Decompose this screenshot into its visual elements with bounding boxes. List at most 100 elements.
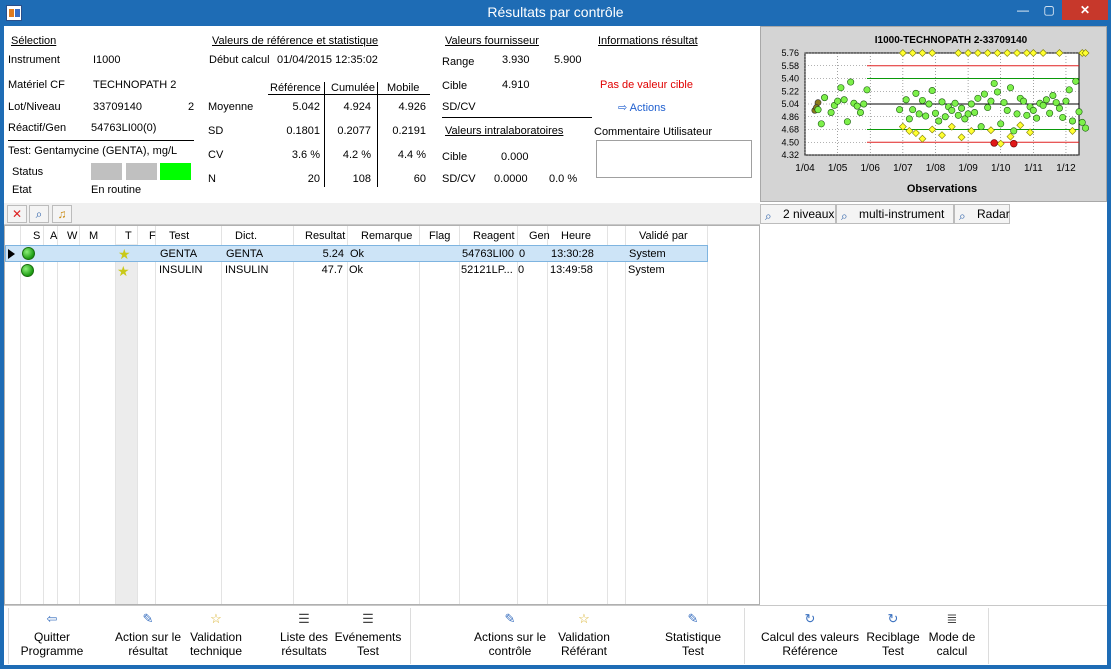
col-header[interactable]: S	[33, 230, 40, 242]
col-header[interactable]: Test	[169, 230, 189, 242]
data-point	[974, 94, 982, 102]
material-value: TECHNOPATH 2	[93, 79, 177, 91]
reagent-label: Réactif/Gen	[8, 122, 67, 134]
cell-reagent: 54763LI00	[462, 248, 514, 260]
col-header[interactable]: W	[67, 230, 77, 242]
star-icon: ★	[117, 263, 130, 279]
cell-remark: Ok	[349, 264, 364, 276]
test-retarget-label: Reciblage Test	[866, 630, 920, 658]
state-label: Etat	[12, 184, 32, 196]
col-header[interactable]: Validé par	[639, 230, 688, 242]
col-header[interactable]: A	[50, 230, 57, 242]
col-header[interactable]: Flag	[429, 230, 450, 242]
comment-input[interactable]	[596, 140, 752, 178]
stat-label: Moyenne	[208, 101, 254, 113]
data-point	[834, 97, 842, 105]
data-point	[958, 104, 966, 112]
data-point	[1068, 117, 1076, 125]
reference-header: Valeurs de référence et statistique	[212, 35, 379, 47]
stat-value: 20	[307, 173, 320, 185]
lot-label: Lot/Niveau	[8, 101, 61, 113]
data-point	[1046, 109, 1054, 117]
col-header[interactable]: Reagent	[473, 230, 515, 242]
data-point	[993, 88, 1001, 96]
calc-ref-values-button[interactable]: ↻ Calcul des valeurs Référence	[758, 612, 862, 662]
zoom-icon: ⌕	[841, 209, 848, 223]
stat-value: 3.6 %	[291, 149, 320, 161]
x-tick-label: 1/07	[893, 163, 913, 174]
quit-button[interactable]: ⇦ Quitter Programme	[12, 612, 92, 662]
radar-button[interactable]: ⌕ Radar	[954, 204, 1010, 224]
col-header[interactable]: T	[125, 230, 132, 242]
maximize-button[interactable]: ▢	[1036, 0, 1062, 20]
results-list-button[interactable]: ☰ Liste des résultats	[274, 612, 334, 662]
close-button[interactable]: ✕	[1062, 0, 1108, 20]
cell-gen: 0	[519, 248, 526, 260]
y-tick-label: 5.22	[781, 86, 799, 96]
actions-link-label: Actions	[629, 102, 666, 114]
stat-value: 4.4 %	[397, 149, 426, 161]
test-statistics-label: Statistique Test	[664, 630, 722, 658]
supplier-sdcv-label: SD/CV	[442, 101, 476, 113]
supplier-target-label: Cible	[442, 80, 468, 92]
actions-link[interactable]: ⇨ Actions	[618, 101, 666, 114]
col-header[interactable]: Remarque	[361, 230, 412, 242]
x-tick-label: 1/12	[1056, 163, 1076, 174]
tech-validation-button[interactable]: ☆ Validation technique	[184, 612, 248, 662]
referent-validation-button[interactable]: ☆ Validation Référant	[552, 612, 616, 662]
col-header[interactable]: Heure	[561, 230, 591, 242]
calc-mode-label: Mode de calcul	[928, 630, 976, 658]
intralab-target-label: Cible	[442, 151, 468, 163]
data-point	[860, 100, 868, 108]
stat-value: 0.2077	[337, 125, 371, 137]
cell-reagent: 52121LP...	[461, 264, 513, 276]
data-point	[1078, 118, 1086, 126]
col-header[interactable]: Dict.	[235, 230, 257, 242]
zoom-icon[interactable]: ⌕	[29, 205, 49, 223]
cell-dict: INSULIN	[225, 264, 269, 276]
table-vline	[377, 82, 378, 187]
multi-instrument-button[interactable]: ⌕ multi-instrument	[836, 204, 954, 224]
test-statistics-button[interactable]: ✎ Statistique Test	[660, 612, 726, 662]
data-point	[1059, 113, 1067, 121]
y-tick-label: 4.86	[781, 112, 799, 122]
cell-gen: 0	[518, 264, 525, 276]
window-title: Résultats par contrôle	[487, 4, 624, 20]
y-tick-label: 5.76	[781, 48, 799, 58]
results-list-label: Liste des résultats	[279, 630, 329, 658]
control-actions-button[interactable]: ✎ Actions sur le contrôle	[470, 612, 550, 662]
chart-title: I1000-TECHNOPATH 2-33709140	[875, 35, 1028, 46]
state-value: En routine	[91, 184, 142, 196]
two-levels-button[interactable]: ⌕ 2 niveaux	[760, 204, 836, 224]
data-point	[1052, 99, 1060, 107]
test-events-button[interactable]: ☰ Evénements Test	[332, 612, 404, 662]
x-axis-label: Observations	[907, 183, 977, 195]
minimize-button[interactable]: —	[1010, 0, 1036, 20]
col-header[interactable]: Resultat	[305, 230, 345, 242]
stat-label: CV	[208, 149, 224, 161]
delete-icon[interactable]: ✕	[7, 205, 27, 223]
data-point	[964, 110, 972, 118]
data-point	[925, 100, 933, 108]
table-row[interactable]: ★ INSULIN INSULIN 47.7 Ok 52121LP... 0 1…	[5, 262, 708, 279]
col-header[interactable]: Gen	[529, 230, 550, 242]
col-header[interactable]: F	[149, 230, 156, 242]
refresh-icon: ↻	[804, 611, 816, 626]
col-header[interactable]: M	[89, 230, 98, 242]
bottom-action-bar: ⇦ Quitter Programme ✎ Action sur le résu…	[4, 605, 1107, 665]
action-on-result-button[interactable]: ✎ Action sur le résultat	[108, 612, 188, 662]
data-point	[1075, 108, 1083, 116]
bell-icon[interactable]: ♫	[52, 205, 72, 223]
data-point	[1013, 110, 1021, 118]
data-point	[1072, 77, 1080, 85]
star-icon: ☆	[210, 611, 222, 626]
control-actions-label: Actions sur le contrôle	[473, 630, 547, 658]
data-point	[843, 118, 851, 126]
y-tick-label: 4.32	[781, 150, 799, 160]
test-retarget-button[interactable]: ↻ Reciblage Test	[864, 612, 922, 662]
calc-mode-button[interactable]: ≣ Mode de calcul	[922, 612, 982, 662]
table-row[interactable]: ★ GENTA GENTA 5.24 Ok 54763LI00 0 13:30:…	[5, 245, 708, 262]
no-target-warning: Pas de valeur cible	[600, 79, 693, 91]
table-rule	[268, 94, 430, 95]
control-chart-panel: I1000-TECHNOPATH 2-33709140 5.76 5.58 5.40 5…	[760, 26, 1107, 202]
